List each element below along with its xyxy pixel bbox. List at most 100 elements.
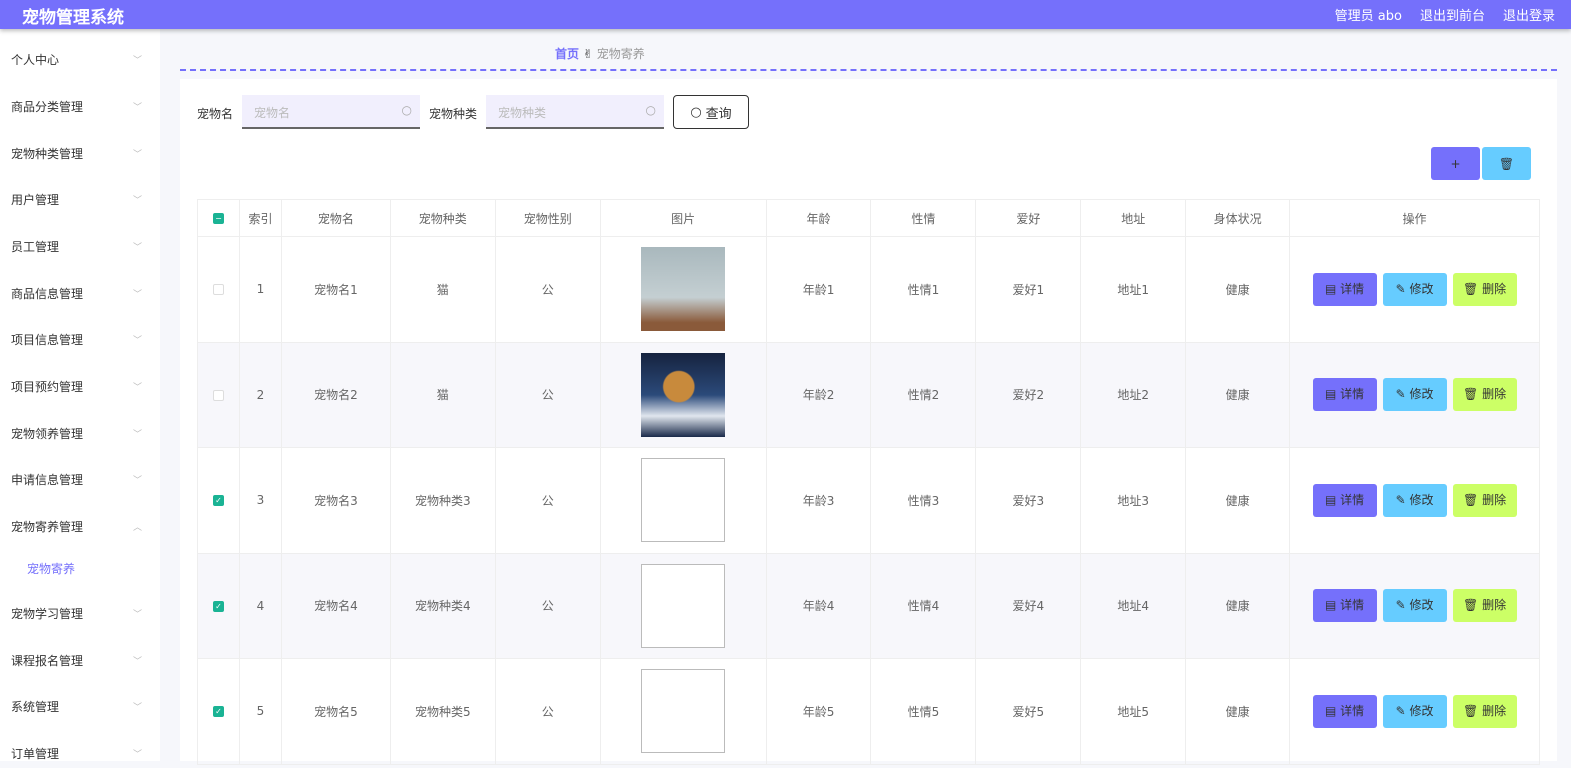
detail-button[interactable]: ▤ 详情 (1312, 272, 1377, 306)
select-all-checkbox[interactable]: − (212, 213, 224, 224)
row-select[interactable] (197, 341, 240, 448)
batch-delete-button[interactable]: 🗑 (1482, 147, 1531, 180)
cell: 年龄5 (765, 658, 872, 765)
document-icon: ▤ (1324, 281, 1337, 296)
sidebar-item[interactable]: 宠物寄养管理 ︿ (0, 511, 160, 541)
chevron-down-icon: ﹀ (132, 382, 142, 393)
chevron-down-icon: ﹀ (132, 55, 142, 66)
delete-button[interactable]: 🗑 删除 (1452, 272, 1517, 306)
delete-button[interactable]: 🗑 删除 (1452, 483, 1517, 517)
sidebar-item[interactable]: 宠物学习管理 ﹀ (0, 598, 160, 628)
detail-label: 详情 (1340, 703, 1365, 718)
row-checkbox[interactable] (212, 284, 224, 296)
detail-button[interactable]: ▤ 详情 (1312, 378, 1377, 412)
actions-cell: ▤ 详情 ✎ 修改 🗑 删除 (1289, 236, 1540, 343)
cell: 2 (238, 341, 282, 448)
sidebar-item-label: 申请信息管理 (11, 472, 84, 487)
delete-button[interactable]: 🗑 删除 (1452, 378, 1517, 412)
cell: 4 (238, 552, 282, 659)
document-icon: ▤ (1324, 492, 1337, 507)
cell: 宠物名3 (280, 447, 391, 554)
row-select[interactable]: ✓ (197, 552, 240, 659)
query-button[interactable]: ○ 查询 (673, 95, 749, 129)
search-icon: ○ (645, 103, 656, 117)
chevron-down-icon: ﹀ (132, 242, 142, 253)
sidebar-subitem-foster[interactable]: 宠物寄养 (0, 553, 160, 583)
delete-label: 删除 (1482, 492, 1507, 507)
front-link[interactable]: 退出到前台 (1420, 5, 1485, 24)
delete-button[interactable]: 🗑 删除 (1452, 589, 1517, 623)
sidebar-item[interactable]: 系统管理 ﹀ (0, 691, 160, 721)
cell: 健康 (1185, 236, 1291, 343)
detail-button[interactable]: ▤ 详情 (1312, 589, 1377, 623)
name-label: 宠物名 (197, 107, 234, 121)
divider (180, 69, 1557, 71)
detail-label: 详情 (1340, 387, 1365, 402)
sidebar-item[interactable]: 个人中心 ﹀ (0, 44, 160, 74)
edit-button[interactable]: ✎ 修改 (1382, 589, 1447, 623)
pencil-icon: ✎ (1395, 281, 1406, 296)
detail-button[interactable]: ▤ 详情 (1312, 483, 1377, 517)
cell: 年龄1 (765, 236, 872, 343)
row-checkbox[interactable] (212, 389, 224, 401)
chevron-down-icon: ﹀ (132, 335, 142, 346)
sidebar-item-label: 项目信息管理 (11, 332, 84, 347)
sidebar-item[interactable]: 申请信息管理 ﹀ (0, 464, 160, 494)
cell: 健康 (1185, 447, 1291, 554)
cell: 1 (238, 236, 282, 343)
admin-user: 管理员 abo (1334, 9, 1402, 24)
delete-button[interactable]: 🗑 删除 (1452, 694, 1517, 728)
actions-cell: ▤ 详情 ✎ 修改 🗑 删除 (1289, 341, 1540, 448)
document-icon: ▤ (1324, 387, 1337, 402)
sidebar-item-label: 用户管理 (11, 192, 60, 207)
sidebar-item[interactable]: 商品信息管理 ﹀ (0, 278, 160, 308)
sidebar-item[interactable]: 课程报名管理 ﹀ (0, 645, 160, 675)
search-icon: ○ (401, 103, 412, 117)
chevron-up-icon: ︿ (132, 522, 142, 533)
name-input[interactable]: 宠物名 ○ (242, 95, 420, 129)
top-bar: 宠物管理系统 管理员 abo 退出到前台 退出登录 (0, 0, 1571, 29)
cell: 5 (238, 658, 282, 765)
edit-button[interactable]: ✎ 修改 (1382, 483, 1447, 517)
row-checkbox[interactable]: ✓ (212, 706, 224, 718)
pencil-icon: ✎ (1395, 387, 1406, 402)
row-select[interactable] (197, 236, 240, 343)
edit-button[interactable]: ✎ 修改 (1382, 378, 1447, 412)
logout-link[interactable]: 退出登录 (1503, 5, 1555, 24)
trash-icon: 🗑 (1463, 703, 1479, 718)
sidebar-item[interactable]: 用户管理 ﹀ (0, 184, 160, 214)
row-checkbox[interactable]: ✓ (212, 600, 224, 612)
row-select[interactable]: ✓ (197, 447, 240, 554)
column-header: 年龄 (765, 199, 872, 237)
pet-image (641, 458, 726, 543)
pencil-icon: ✎ (1395, 703, 1406, 718)
sidebar-item[interactable]: 项目预约管理 ﹀ (0, 371, 160, 401)
kind-input[interactable]: 宠物种类 ○ (486, 95, 664, 129)
cell: 爱好4 (975, 552, 1082, 659)
edit-button[interactable]: ✎ 修改 (1382, 272, 1447, 306)
trash-icon: 🗑 (1463, 281, 1479, 296)
breadcrumb-home[interactable]: 首页 (555, 47, 579, 61)
sidebar-item[interactable]: 宠物种类管理 ﹀ (0, 138, 160, 168)
row-select[interactable]: ✓ (197, 658, 240, 765)
actions-cell: ▤ 详情 ✎ 修改 🗑 删除 (1289, 552, 1540, 659)
cell: 爱好5 (975, 658, 1082, 765)
table-row: ✓ 5 宠物名5 宠物种类5 公年龄5 性情5 爱好5 地址5 健康 ▤ 详情 ✎ 修改 🗑 删除 (197, 658, 1540, 765)
detail-label: 详情 (1340, 598, 1365, 613)
add-button[interactable]: + (1431, 147, 1480, 180)
trash-icon: 🗑 (1463, 492, 1479, 507)
sidebar-item[interactable]: 宠物领养管理 ﹀ (0, 418, 160, 448)
cell: 地址3 (1080, 447, 1187, 554)
select-all[interactable]: − (197, 199, 240, 237)
chevron-down-icon: ﹀ (132, 102, 142, 113)
image-cell (599, 552, 767, 659)
detail-button[interactable]: ▤ 详情 (1312, 694, 1377, 728)
sidebar-item[interactable]: 员工管理 ﹀ (0, 231, 160, 261)
sidebar-item[interactable]: 项目信息管理 ﹀ (0, 324, 160, 354)
cell: 爱好2 (975, 341, 1082, 448)
sidebar-item[interactable]: 商品分类管理 ﹀ (0, 91, 160, 121)
row-checkbox[interactable]: ✓ (212, 495, 224, 507)
sidebar-item[interactable]: 订单管理 ﹀ (0, 738, 160, 768)
edit-button[interactable]: ✎ 修改 (1382, 694, 1447, 728)
cell: 3 (238, 447, 282, 554)
